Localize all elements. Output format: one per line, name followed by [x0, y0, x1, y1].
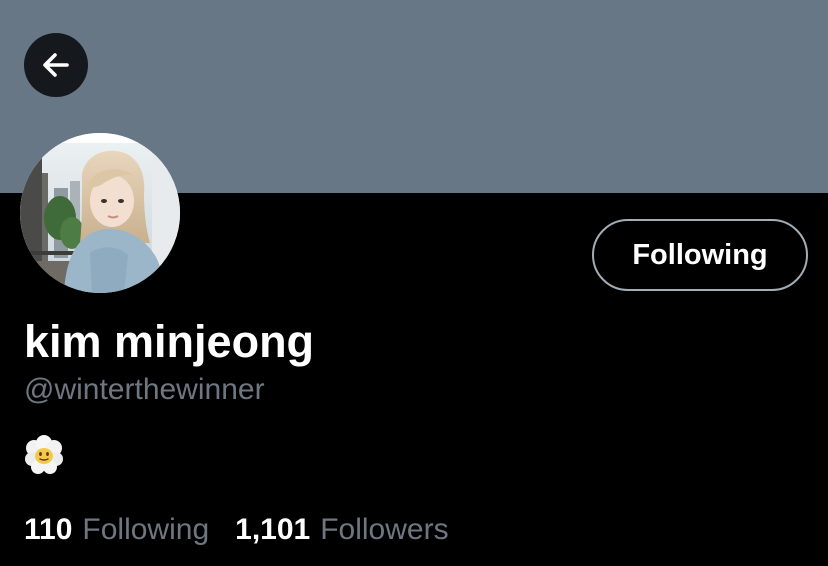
following-button[interactable]: Following	[592, 219, 808, 291]
following-count: 110	[24, 513, 73, 546]
profile-page: Following kim minjeong @winterthewinner …	[0, 0, 828, 566]
following-count-link[interactable]: 110 Following	[24, 512, 209, 548]
followers-label: Followers	[320, 513, 449, 546]
avatar[interactable]	[20, 133, 180, 293]
arrow-left-icon	[43, 53, 69, 77]
profile-photo	[20, 133, 180, 293]
back-button[interactable]	[24, 33, 88, 97]
face-in-clouds-icon	[24, 434, 64, 474]
followers-count: 1,101	[235, 513, 311, 546]
display-name: kim minjeong	[24, 316, 315, 367]
username-handle: @winterthewinner	[24, 373, 265, 406]
followers-count-link[interactable]: 1,101 Followers	[235, 512, 448, 548]
following-label: Following	[82, 513, 210, 546]
profile-stats: 110 Following 1,101 Followers	[24, 512, 449, 548]
